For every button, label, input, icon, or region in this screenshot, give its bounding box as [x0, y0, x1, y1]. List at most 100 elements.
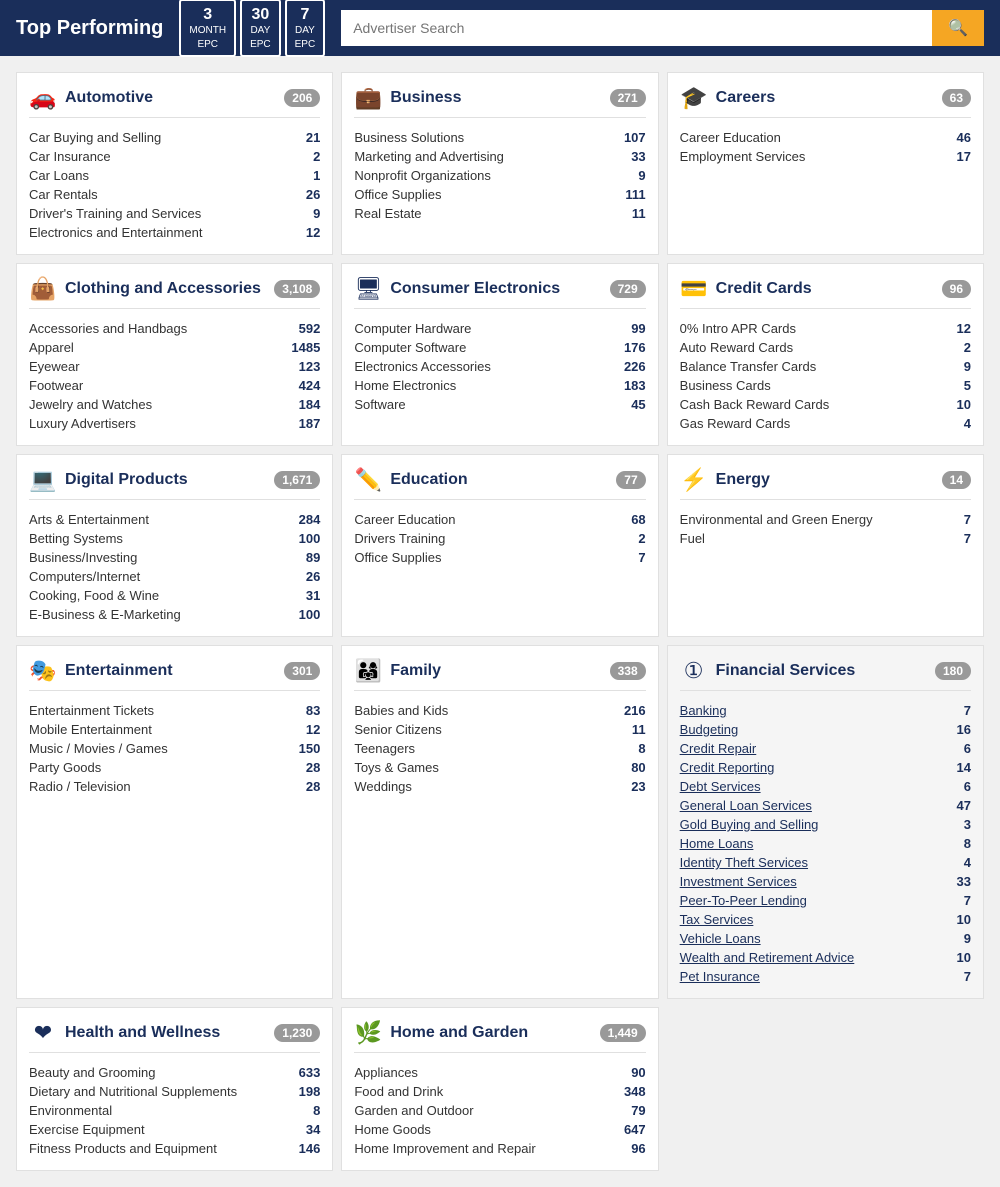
automotive-icon: 🚗	[29, 85, 57, 111]
subcategory-row: Tax Services 10	[680, 910, 971, 929]
subcategory-name[interactable]: General Loan Services	[680, 798, 812, 813]
category-title-credit-cards[interactable]: Credit Cards	[716, 280, 934, 298]
subcategory-count: 47	[941, 798, 971, 813]
30-day-epc-button[interactable]: 30DAYEPC	[240, 0, 281, 57]
3-month-epc-button[interactable]: 3MONTHEPC	[179, 0, 236, 57]
category-title-careers[interactable]: Careers	[716, 89, 934, 107]
subcategory-name: Footwear	[29, 378, 83, 393]
header: Top Performing 3MONTHEPC 30DAYEPC 7DAYEP…	[0, 0, 1000, 56]
category-title-health-wellness[interactable]: Health and Wellness	[65, 1024, 266, 1042]
subcategory-name: Car Buying and Selling	[29, 130, 161, 145]
subcategory-count: 89	[290, 550, 320, 565]
category-title-energy[interactable]: Energy	[716, 471, 934, 489]
subcategory-name: Computer Software	[354, 340, 466, 355]
subcategory-count: 647	[616, 1122, 646, 1137]
subcategory-name[interactable]: Wealth and Retirement Advice	[680, 950, 855, 965]
subcategory-row: Music / Movies / Games150	[29, 739, 320, 758]
subcategory-count: 198	[290, 1084, 320, 1099]
subcategory-name[interactable]: Credit Repair	[680, 741, 757, 756]
subcategory-count: 83	[290, 703, 320, 718]
subcategory-count: 183	[616, 378, 646, 393]
subcategory-row: Garden and Outdoor79	[354, 1101, 645, 1120]
subcategory-name: Arts & Entertainment	[29, 512, 149, 527]
category-title-entertainment[interactable]: Entertainment	[65, 662, 276, 680]
category-panel-clothing: 👜Clothing and Accessories3,108Accessorie…	[16, 263, 333, 446]
subcategory-name[interactable]: Gold Buying and Selling	[680, 817, 819, 832]
subcategory-name: Senior Citizens	[354, 722, 441, 737]
health-wellness-icon: ❤	[29, 1020, 57, 1046]
category-title-consumer-electronics[interactable]: Consumer Electronics	[390, 280, 601, 298]
subcategory-name: Fitness Products and Equipment	[29, 1141, 217, 1156]
subcategory-name[interactable]: Pet Insurance	[680, 969, 760, 984]
subcategory-count: 7	[941, 531, 971, 546]
subcategory-row: Betting Systems100	[29, 529, 320, 548]
subcategory-name: Weddings	[354, 779, 412, 794]
subcategory-count: 99	[616, 321, 646, 336]
subcategory-row: Car Buying and Selling21	[29, 128, 320, 147]
subcategory-name: Employment Services	[680, 149, 806, 164]
subcategory-name: Exercise Equipment	[29, 1122, 145, 1137]
subcategory-name: Business Cards	[680, 378, 771, 393]
subcategory-name: Business/Investing	[29, 550, 137, 565]
category-title-clothing[interactable]: Clothing and Accessories	[65, 280, 266, 298]
subcategory-row: Credit Repair6	[680, 739, 971, 758]
subcategory-name: Jewelry and Watches	[29, 397, 152, 412]
subcategory-count: 146	[290, 1141, 320, 1156]
subcategory-count: 8	[616, 741, 646, 756]
subcategory-name: Food and Drink	[354, 1084, 443, 1099]
search-button[interactable]: 🔍	[932, 10, 984, 46]
subcategory-name: Teenagers	[354, 741, 415, 756]
subcategory-count: 1	[290, 168, 320, 183]
category-title-home-garden[interactable]: Home and Garden	[390, 1024, 591, 1042]
subcategory-row: Electronics Accessories226	[354, 357, 645, 376]
entertainment-icon: 🎭	[29, 658, 57, 684]
subcategory-name[interactable]: Vehicle Loans	[680, 931, 761, 946]
subcategory-name: Cash Back Reward Cards	[680, 397, 830, 412]
subcategory-row: Computers/Internet26	[29, 567, 320, 586]
subcategory-name[interactable]: Credit Reporting	[680, 760, 775, 775]
category-title-business[interactable]: Business	[390, 89, 601, 107]
subcategory-row: Car Rentals26	[29, 185, 320, 204]
subcategory-count: 45	[616, 397, 646, 412]
category-header-business: 💼Business271	[354, 85, 645, 118]
subcategory-row: Environmental and Green Energy7	[680, 510, 971, 529]
subcategory-name[interactable]: Identity Theft Services	[680, 855, 808, 870]
subcategory-count: 8	[941, 836, 971, 851]
subcategory-name: Computers/Internet	[29, 569, 140, 584]
category-header-financial-services: ①Financial Services180	[680, 658, 971, 691]
subcategory-name: Beauty and Grooming	[29, 1065, 155, 1080]
subcategory-name: Eyewear	[29, 359, 80, 374]
subcategory-name[interactable]: Budgeting	[680, 722, 739, 737]
category-title-automotive[interactable]: Automotive	[65, 89, 276, 107]
subcategory-count: 33	[941, 874, 971, 889]
subcategory-name[interactable]: Peer-To-Peer Lending	[680, 893, 807, 908]
search-input[interactable]	[341, 10, 932, 46]
subcategory-name: E-Business & E-Marketing	[29, 607, 181, 622]
subcategory-name[interactable]: Banking	[680, 703, 727, 718]
category-header-automotive: 🚗Automotive206	[29, 85, 320, 118]
subcategory-row: 0% Intro APR Cards12	[680, 319, 971, 338]
subcategory-row: Environmental8	[29, 1101, 320, 1120]
subcategory-count: 80	[616, 760, 646, 775]
subcategory-name[interactable]: Debt Services	[680, 779, 761, 794]
category-title-family[interactable]: Family	[390, 662, 601, 680]
subcategory-row: Banking7	[680, 701, 971, 720]
subcategory-name: Computer Hardware	[354, 321, 471, 336]
subcategory-name: Betting Systems	[29, 531, 123, 546]
subcategory-row: Home Electronics183	[354, 376, 645, 395]
subcategory-name: Party Goods	[29, 760, 101, 775]
subcategory-count: 34	[290, 1122, 320, 1137]
category-title-digital-products[interactable]: Digital Products	[65, 471, 266, 489]
subcategory-name[interactable]: Investment Services	[680, 874, 797, 889]
subcategory-count: 10	[941, 912, 971, 927]
category-panel-entertainment: 🎭Entertainment301Entertainment Tickets83…	[16, 645, 333, 999]
7-day-epc-button[interactable]: 7DAYEPC	[285, 0, 326, 57]
category-title-education[interactable]: Education	[390, 471, 608, 489]
subcategory-name[interactable]: Home Loans	[680, 836, 754, 851]
subcategory-count: 10	[941, 950, 971, 965]
subcategory-name[interactable]: Tax Services	[680, 912, 754, 927]
subcategory-row: Accessories and Handbags592	[29, 319, 320, 338]
category-count-digital-products: 1,671	[274, 471, 320, 489]
category-title-financial-services[interactable]: Financial Services	[716, 662, 927, 680]
subcategory-row: Senior Citizens11	[354, 720, 645, 739]
